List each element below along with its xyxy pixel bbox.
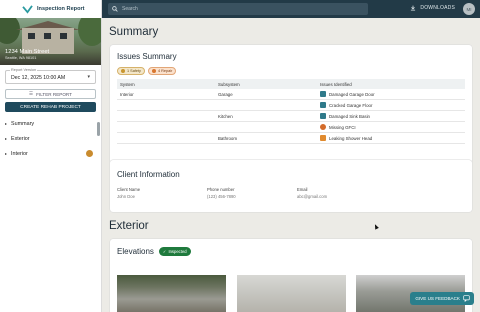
- cell-subsystem: Kitchen: [218, 113, 233, 119]
- downloads-button[interactable]: DOWNLOADS: [410, 5, 455, 11]
- address-line-1: 1234 Main Street: [5, 49, 50, 55]
- issue-indicator-badge: [86, 150, 93, 157]
- status-badge-label: Inspected: [168, 249, 187, 254]
- issue-link[interactable]: Leaking Shower Head: [329, 136, 372, 141]
- avatar[interactable]: MI: [463, 3, 475, 15]
- cell-subsystem: Bathroom: [218, 135, 238, 141]
- sidebar-item-label: Exterior: [11, 135, 30, 142]
- report-version-select[interactable]: Report Version Dec 12, 2025 10:00 AM ▾: [5, 68, 96, 84]
- create-rehab-project-button[interactable]: CREATE REHAB PROJECT: [5, 102, 96, 112]
- top-bar: Search DOWNLOADS MI: [102, 0, 480, 18]
- client-information-card: Client Information Client Name John Doe …: [110, 160, 472, 212]
- email-label: Email: [297, 187, 308, 192]
- chevron-down-icon: ▾: [87, 74, 90, 80]
- table-header: System Subsystem Issues Identified: [117, 79, 465, 89]
- repair-chip-label: 4 Repair: [157, 69, 173, 73]
- issue-link[interactable]: Damaged Garage Door: [329, 92, 375, 97]
- create-rehab-project-label: CREATE REHAB PROJECT: [20, 104, 81, 110]
- report-version-label: Report Version: [10, 68, 38, 72]
- search-icon: [112, 6, 118, 12]
- issues-summary-title: Issues Summary: [117, 52, 177, 61]
- sidebar-item-label: Summary: [11, 120, 35, 127]
- table-row: Kitchen Damaged Sink Basin: [117, 111, 465, 122]
- address-line-2: Seattle, WA 98101: [5, 56, 37, 60]
- column-header-system: System: [120, 81, 135, 87]
- sidebar-item-summary[interactable]: ▸ Summary: [0, 116, 101, 131]
- client-name-value: John Doe: [117, 194, 135, 199]
- client-name-label: Client Name: [117, 187, 141, 192]
- app-header: Inspection Report: [0, 0, 101, 18]
- table-row: Missing GFCI: [117, 122, 465, 133]
- download-icon: [411, 5, 416, 11]
- client-fields: Client Name John Doe Phone number (123) …: [117, 187, 387, 199]
- status-badge: ✓ Inspected: [158, 247, 191, 256]
- client-name-field: Client Name John Doe: [117, 187, 207, 199]
- warning-icon: [121, 69, 125, 73]
- safety-chip-label: 1 Safety: [127, 69, 141, 73]
- issue-link[interactable]: Missing GFCI: [329, 125, 356, 130]
- safety-chip[interactable]: 1 Safety: [117, 67, 145, 75]
- search-placeholder: Search: [122, 6, 138, 12]
- garage-icon: [320, 91, 326, 97]
- elevation-photo[interactable]: [237, 275, 346, 312]
- issue-link[interactable]: Damaged Sink Basin: [329, 114, 370, 119]
- warning-icon: [320, 124, 326, 130]
- report-version-value: Dec 12, 2025 10:00 AM: [11, 75, 66, 81]
- phone-number-label: Phone number: [207, 187, 235, 192]
- client-information-title: Client Information: [117, 170, 180, 179]
- email-value: abc@gmail.com: [297, 194, 328, 199]
- repair-chip[interactable]: 4 Repair: [147, 67, 177, 75]
- garage-icon: [320, 102, 326, 108]
- column-header-subsystem: Subsystem: [218, 81, 240, 87]
- issue-chips: 1 Safety 4 Repair: [117, 67, 177, 75]
- sidebar-scrollbar[interactable]: [97, 122, 100, 136]
- phone-number-field: Phone number (123) 456-7890: [207, 187, 297, 199]
- main-content: Summary Issues Summary 1 Safety 4 Repair…: [102, 18, 480, 312]
- sidebar-nav: ▸ Summary ▸ Exterior ▸ Interior: [0, 116, 101, 161]
- give-feedback-button[interactable]: GIVE US FEEDBACK: [410, 292, 474, 305]
- filter-report-label: FILTER REPORT: [36, 91, 72, 97]
- search-input[interactable]: Search: [108, 3, 368, 15]
- elevation-photo[interactable]: [117, 275, 226, 312]
- column-header-issues: Issues Identified: [320, 81, 352, 87]
- table-row: Interior Garage Damaged Garage Door: [117, 89, 465, 100]
- app-logo-icon: [22, 4, 33, 14]
- cell-subsystem: Garage: [218, 91, 233, 97]
- sidebar: Inspection Report 1234 Main Street Seatt…: [0, 0, 102, 312]
- shower-icon: [320, 135, 326, 141]
- property-address: 1234 Main Street Seattle, WA 98101: [5, 49, 49, 60]
- table-row: Bathroom Leaking Shower Head: [117, 133, 465, 144]
- downloads-label: DOWNLOADS: [420, 5, 455, 11]
- feedback-label: GIVE US FEEDBACK: [415, 296, 460, 301]
- table-row: Cracked Garage Floor: [117, 100, 465, 111]
- issues-table: System Subsystem Issues Identified Inter…: [117, 79, 465, 144]
- sidebar-item-exterior[interactable]: ▸ Exterior: [0, 131, 101, 146]
- elevations-title: Elevations: [117, 247, 154, 256]
- sidebar-item-interior[interactable]: ▸ Interior: [0, 146, 101, 161]
- email-field: Email abc@gmail.com: [297, 187, 387, 199]
- filter-report-button[interactable]: ☰ FILTER REPORT: [5, 89, 96, 99]
- sink-icon: [320, 113, 326, 119]
- check-icon: ✓: [162, 249, 167, 254]
- property-photo: 1234 Main Street Seattle, WA 98101: [0, 18, 101, 65]
- cell-system: Interior: [120, 91, 134, 97]
- issue-link[interactable]: Cracked Garage Floor: [329, 103, 372, 108]
- exterior-heading: Exterior: [109, 220, 149, 232]
- chat-icon: [463, 295, 470, 302]
- filter-icon: ☰: [29, 91, 34, 96]
- phone-number-value: (123) 456-7890: [207, 194, 236, 199]
- app-title: Inspection Report: [37, 6, 85, 12]
- sidebar-item-label: Interior: [11, 150, 28, 157]
- summary-heading: Summary: [109, 26, 159, 38]
- wrench-icon: [151, 69, 156, 73]
